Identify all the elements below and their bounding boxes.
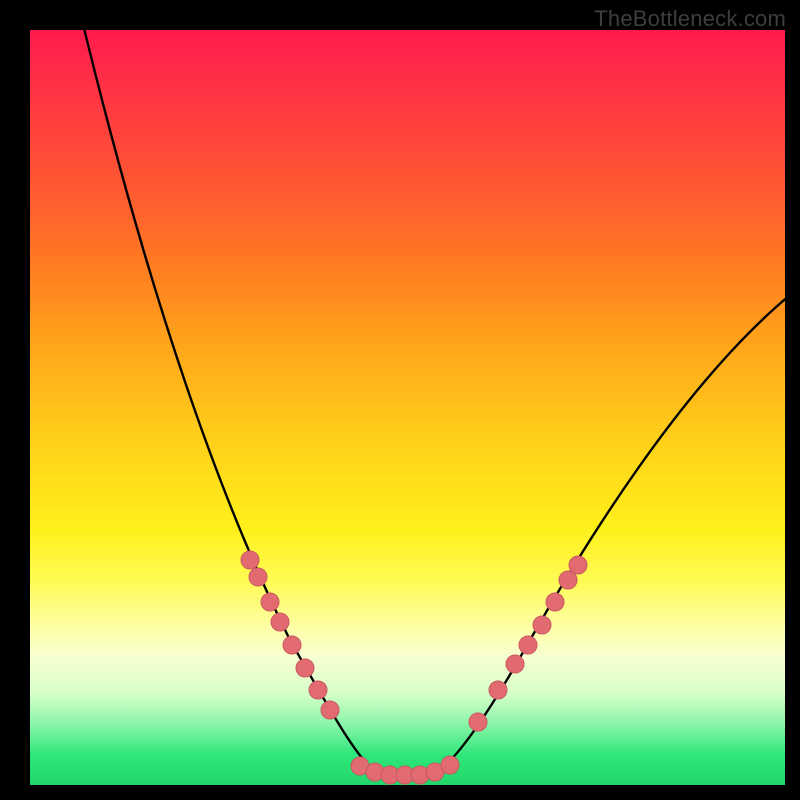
plot-area xyxy=(30,30,785,785)
data-point xyxy=(249,568,267,586)
data-point xyxy=(546,593,564,611)
data-markers xyxy=(241,551,587,784)
data-point xyxy=(241,551,259,569)
chart-svg xyxy=(30,30,785,785)
data-point xyxy=(309,681,327,699)
chart-frame: TheBottleneck.com xyxy=(0,0,800,800)
data-point xyxy=(469,713,487,731)
data-point xyxy=(533,616,551,634)
data-point xyxy=(441,756,459,774)
data-point xyxy=(296,659,314,677)
data-point xyxy=(271,613,289,631)
data-point xyxy=(489,681,507,699)
watermark-text: TheBottleneck.com xyxy=(594,6,786,32)
data-point xyxy=(321,701,339,719)
data-point xyxy=(261,593,279,611)
curve-left-curve xyxy=(82,20,410,775)
data-point xyxy=(506,655,524,673)
data-point xyxy=(283,636,301,654)
data-point xyxy=(519,636,537,654)
data-point xyxy=(569,556,587,574)
curve-lines xyxy=(82,20,790,775)
curve-right-curve xyxy=(410,295,790,775)
